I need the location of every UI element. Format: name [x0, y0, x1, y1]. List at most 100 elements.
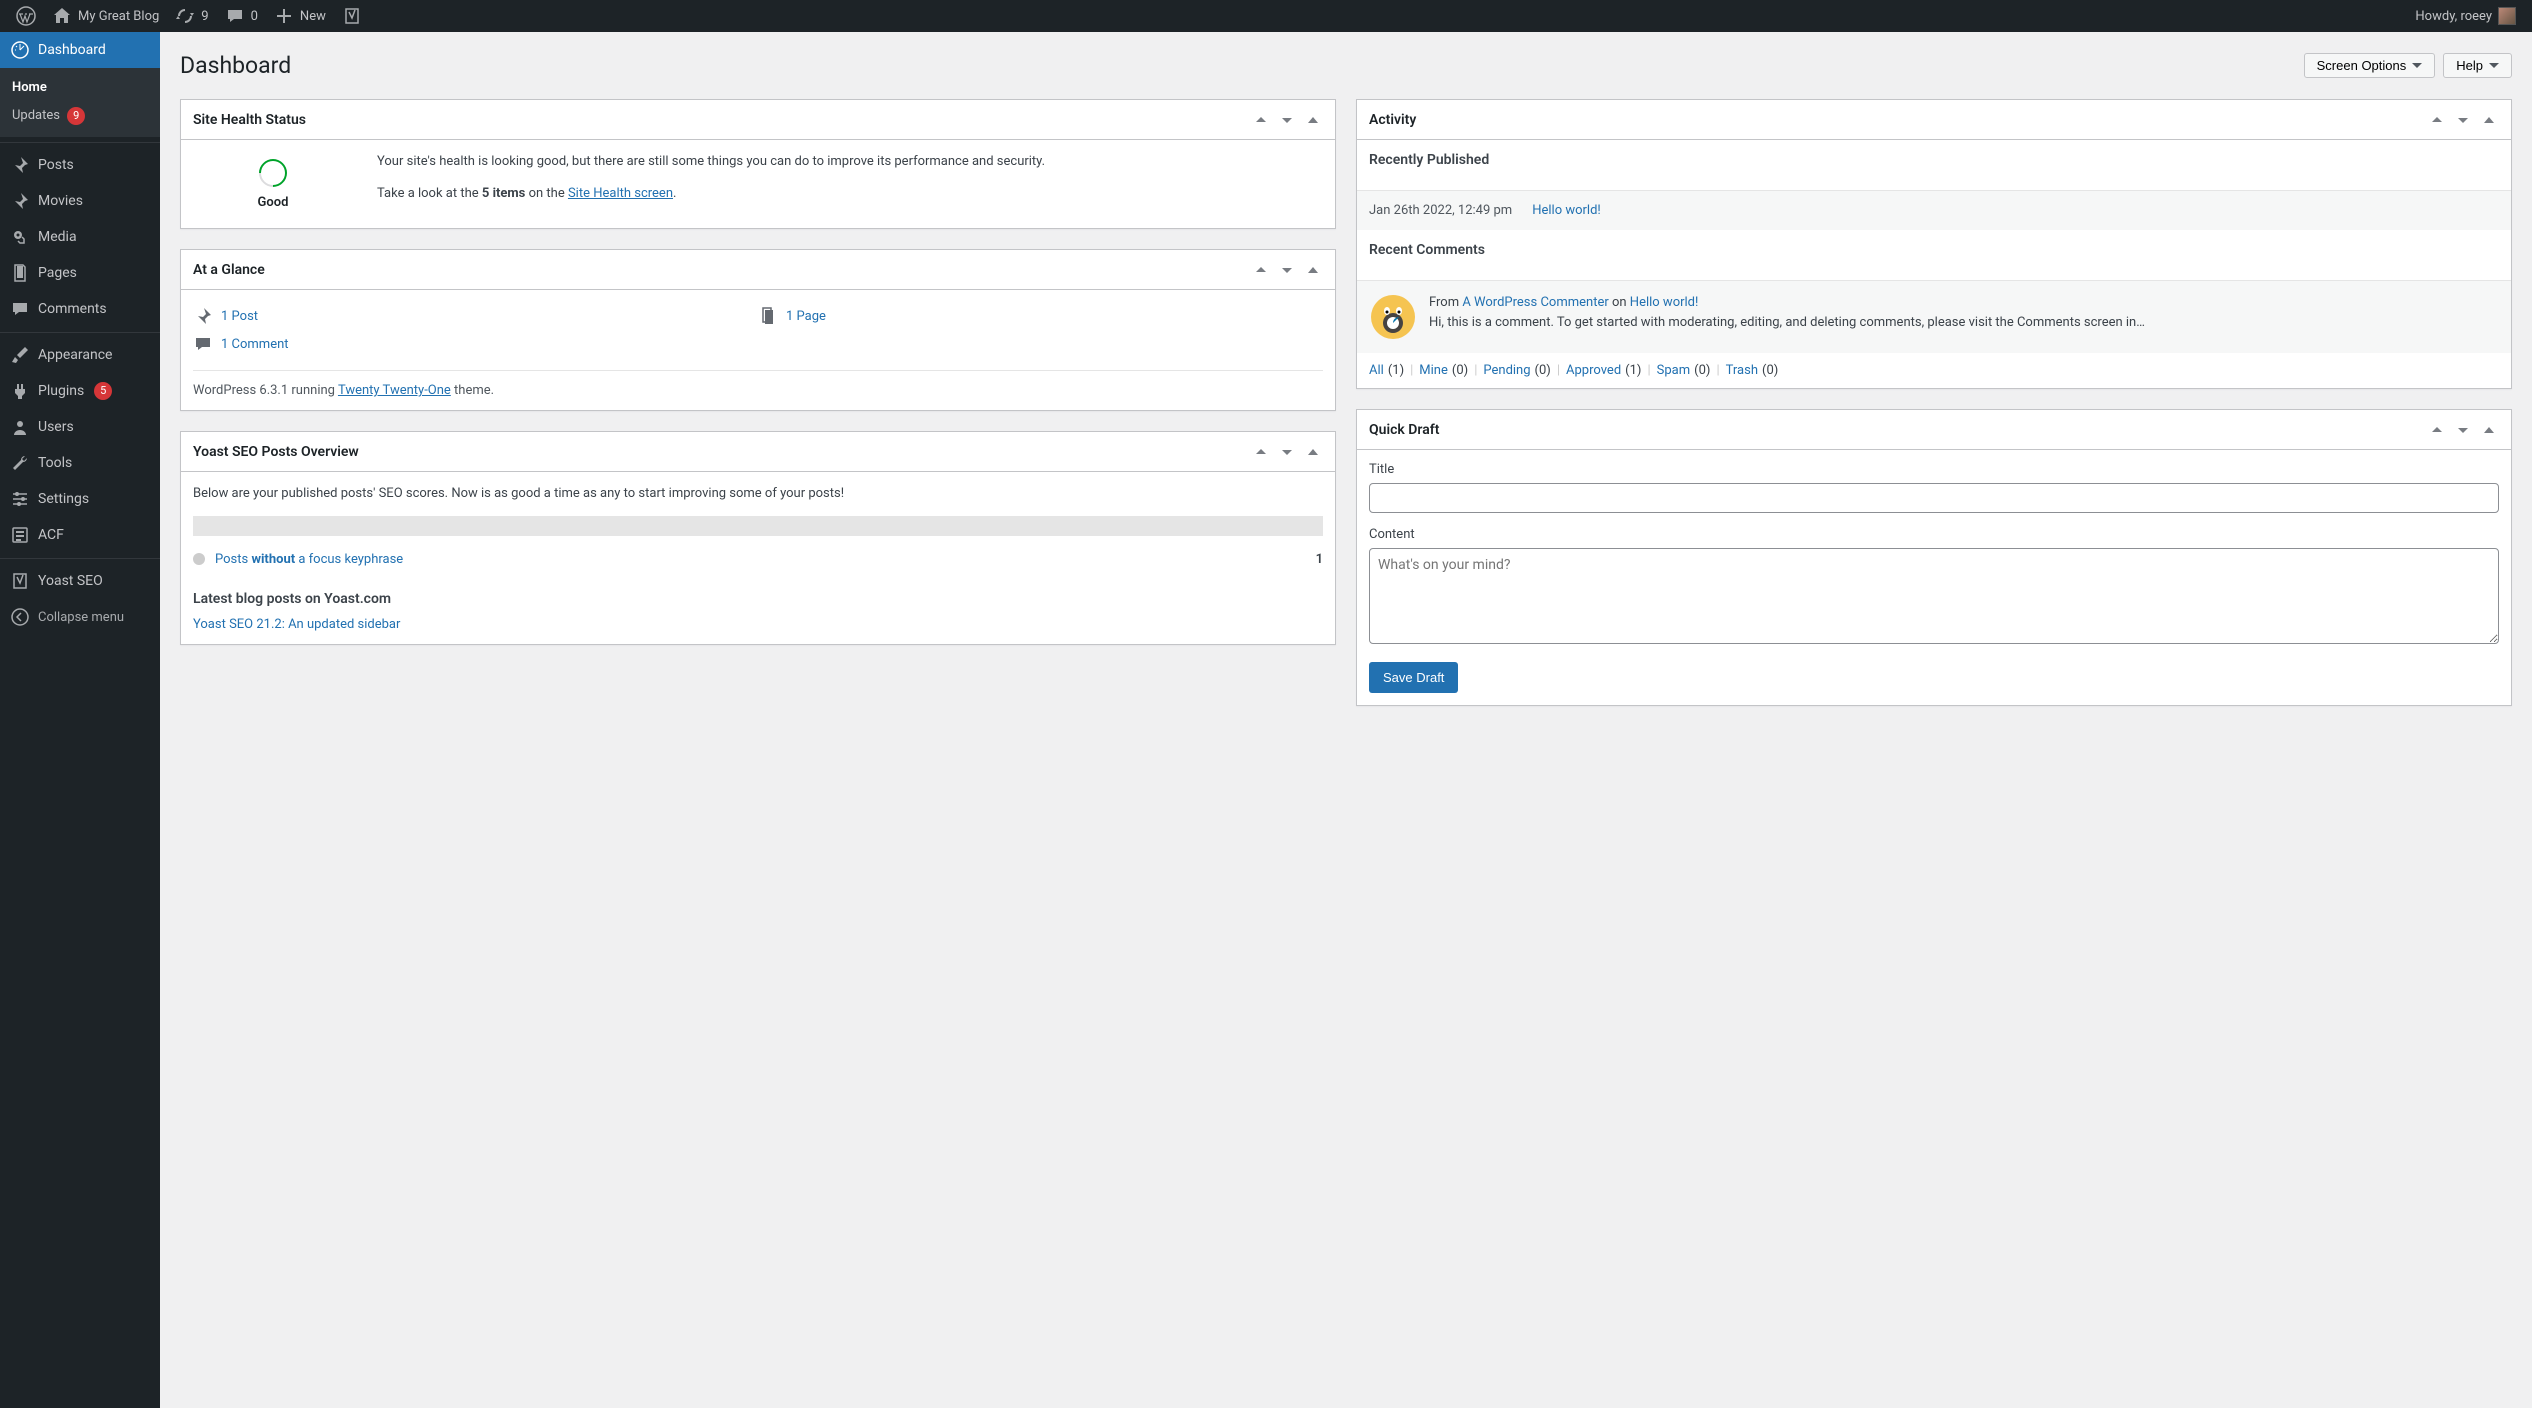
plugins-badge: 5 — [94, 382, 112, 400]
menu-movies[interactable]: Movies — [0, 183, 160, 219]
move-down-button[interactable] — [1277, 260, 1297, 280]
help-button[interactable]: Help — [2443, 53, 2512, 78]
menu-dashboard-label: Dashboard — [38, 42, 106, 58]
move-up-button[interactable] — [2427, 110, 2447, 130]
glance-pages[interactable]: 1 Page — [758, 302, 1323, 330]
menu-yoast[interactable]: Yoast SEO — [0, 563, 160, 599]
recent-post-link[interactable]: Hello world! — [1532, 203, 1601, 218]
submenu-updates[interactable]: Updates 9 — [0, 101, 160, 131]
site-health-link[interactable]: Site Health screen — [568, 186, 673, 201]
plus-icon — [274, 6, 294, 26]
menu-settings[interactable]: Settings — [0, 481, 160, 517]
updates-badge: 9 — [67, 107, 85, 125]
menu-pages-label: Pages — [38, 265, 77, 281]
chevron-down-icon — [2412, 63, 2422, 68]
yoast-posts-link[interactable]: Posts without a focus keyphrase — [215, 552, 403, 567]
menu-posts[interactable]: Posts — [0, 147, 160, 183]
recently-published-heading: Recently Published — [1369, 152, 2499, 168]
yoast-count: 1 — [1316, 552, 1323, 567]
toggle-button[interactable] — [1303, 442, 1323, 462]
activity-title: Activity — [1369, 112, 1416, 128]
theme-link[interactable]: Twenty Twenty-One — [338, 383, 451, 398]
user-icon — [10, 417, 30, 437]
yoast-adminbar[interactable] — [334, 0, 370, 32]
site-name[interactable]: My Great Blog — [44, 0, 167, 32]
menu-acf[interactable]: ACF — [0, 517, 160, 553]
home-icon — [52, 6, 72, 26]
filter-spam[interactable]: Spam — [1657, 363, 1691, 378]
activity-box: Activity Recently Published Jan 26th 202… — [1356, 99, 2512, 389]
media-icon — [10, 227, 30, 247]
menu-acf-label: ACF — [38, 527, 64, 543]
move-down-button[interactable] — [1277, 110, 1297, 130]
filter-pending[interactable]: Pending — [1483, 363, 1530, 378]
pages-icon — [10, 263, 30, 283]
glance-posts[interactable]: 1 Post — [193, 302, 758, 330]
toggle-button[interactable] — [1303, 110, 1323, 130]
health-status-label: Good — [258, 195, 289, 210]
updates-link[interactable]: 9 — [167, 0, 216, 32]
menu-comments[interactable]: Comments — [0, 291, 160, 327]
sliders-icon — [10, 489, 30, 509]
site-health-title: Site Health Status — [193, 112, 306, 128]
comment-filters: All (1)| Mine (0)| Pending (0)| Approved… — [1357, 353, 2511, 388]
menu-dashboard[interactable]: Dashboard — [0, 32, 160, 68]
updates-count: 9 — [201, 9, 208, 24]
menu-pages[interactable]: Pages — [0, 255, 160, 291]
draft-title-input[interactable] — [1369, 483, 2499, 513]
admin-sidebar: Dashboard Home Updates 9 Posts Movies Me… — [0, 32, 160, 1408]
yoast-title: Yoast SEO Posts Overview — [193, 444, 359, 460]
submenu-home[interactable]: Home — [0, 74, 160, 101]
draft-title-label: Title — [1369, 462, 2499, 477]
commenter-link[interactable]: A WordPress Commenter — [1462, 295, 1608, 310]
menu-posts-label: Posts — [38, 157, 74, 173]
comment-post-link[interactable]: Hello world! — [1630, 295, 1699, 310]
recent-post-date: Jan 26th 2022, 12:49 pm — [1369, 203, 1512, 218]
quick-draft-box: Quick Draft Title Content Save Draft — [1356, 409, 2512, 706]
recent-comments-heading: Recent Comments — [1369, 242, 2499, 258]
glance-comments[interactable]: 1 Comment — [193, 330, 758, 358]
move-up-button[interactable] — [1251, 260, 1271, 280]
new-link[interactable]: New — [266, 0, 334, 32]
quick-draft-title: Quick Draft — [1369, 422, 1439, 438]
move-up-button[interactable] — [2427, 420, 2447, 440]
comments-link[interactable]: 0 — [217, 0, 266, 32]
menu-media-label: Media — [38, 229, 77, 245]
draft-content-textarea[interactable] — [1369, 548, 2499, 644]
menu-users[interactable]: Users — [0, 409, 160, 445]
howdy-link[interactable]: Howdy, roeey — [2407, 0, 2524, 32]
yoast-icon — [342, 6, 362, 26]
move-down-button[interactable] — [2453, 110, 2473, 130]
move-down-button[interactable] — [2453, 420, 2473, 440]
menu-appearance[interactable]: Appearance — [0, 337, 160, 373]
acf-icon — [10, 525, 30, 545]
yoast-blog-link[interactable]: Yoast SEO 21.2: An updated sidebar — [193, 617, 400, 632]
save-draft-button[interactable]: Save Draft — [1369, 662, 1458, 693]
screen-options-button[interactable]: Screen Options — [2304, 53, 2436, 78]
collapse-menu[interactable]: Collapse menu — [0, 599, 160, 635]
toggle-button[interactable] — [1303, 260, 1323, 280]
collapse-label: Collapse menu — [38, 610, 124, 625]
menu-plugins[interactable]: Plugins 5 — [0, 373, 160, 409]
pin-icon — [193, 306, 213, 326]
filter-approved[interactable]: Approved — [1566, 363, 1621, 378]
plugin-icon — [10, 381, 30, 401]
health-gauge-icon — [253, 153, 293, 193]
wp-logo[interactable] — [8, 0, 44, 32]
move-up-button[interactable] — [1251, 110, 1271, 130]
glance-title: At a Glance — [193, 262, 265, 278]
toggle-button[interactable] — [2479, 420, 2499, 440]
move-down-button[interactable] — [1277, 442, 1297, 462]
pin-icon — [10, 155, 30, 175]
comments-count: 0 — [251, 9, 258, 24]
toggle-button[interactable] — [2479, 110, 2499, 130]
yoast-desc: Below are your published posts' SEO scor… — [193, 484, 1323, 504]
menu-tools[interactable]: Tools — [0, 445, 160, 481]
new-label: New — [300, 9, 326, 24]
filter-mine[interactable]: Mine — [1419, 363, 1448, 378]
menu-media[interactable]: Media — [0, 219, 160, 255]
menu-movies-label: Movies — [38, 193, 83, 209]
move-up-button[interactable] — [1251, 442, 1271, 462]
filter-all[interactable]: All — [1369, 363, 1384, 378]
filter-trash[interactable]: Trash — [1726, 363, 1758, 378]
